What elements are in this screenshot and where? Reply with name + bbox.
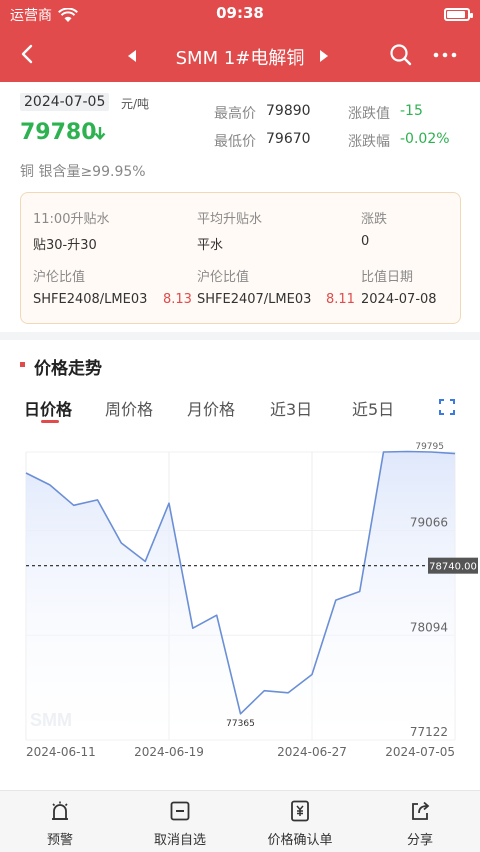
clock: 09:38: [216, 4, 264, 22]
reference-label: 78740.00: [429, 562, 477, 573]
unfollow-label: 取消自选: [153, 833, 206, 848]
nav-row: SMM 1#电解铜: [0, 36, 480, 76]
min-value-label: 77365: [226, 719, 255, 729]
status-bar: 运营商 09:38: [0, 0, 480, 28]
current-price: 79780: [20, 120, 97, 145]
premium-info-card: 11:00升贴水 贴30-升30 平均升贴水 平水 涨跌 0 沪伦比值 SHFE…: [20, 192, 461, 324]
unfollow-button[interactable]: 取消自选: [120, 791, 240, 852]
change-pct-value: -0.02%: [400, 131, 450, 147]
fullscreen-icon[interactable]: [438, 398, 456, 416]
premium-change-label: 涨跌: [361, 212, 388, 227]
change-pct-label: 涨跌幅: [348, 134, 390, 150]
price-confirm-button[interactable]: 价格确认单: [240, 791, 360, 852]
low-price-label: 最低价: [214, 134, 256, 150]
ratio1-contract: SHFE2408/LME03: [33, 292, 148, 307]
trend-section-title: 价格走势: [34, 359, 102, 379]
y-tick-label: 79066: [410, 516, 448, 530]
premium-change-value: 0: [361, 234, 370, 249]
x-tick-label: 2024-06-27: [277, 745, 347, 759]
high-price-label: 最高价: [214, 106, 256, 122]
share-label: 分享: [406, 833, 433, 848]
bottom-toolbar: 预警 取消自选 价格确认单 分享: [0, 790, 480, 852]
quote-date: 2024-07-05: [20, 93, 110, 111]
alert-button[interactable]: 预警: [0, 791, 120, 852]
more-icon[interactable]: [430, 42, 460, 68]
ratio-date-value: 2024-07-08: [361, 292, 437, 307]
product-spec: 铜 银含量≥99.95%: [20, 164, 146, 180]
alert-label: 预警: [46, 833, 73, 848]
tab-3days[interactable]: 近3日: [270, 396, 312, 420]
tab-daily[interactable]: 日价格: [24, 396, 72, 420]
avg-premium-label: 平均升贴水: [197, 212, 263, 227]
high-price-value: 79890: [266, 103, 311, 119]
ratio1-value: 8.13: [163, 292, 192, 307]
share-button[interactable]: 分享: [360, 791, 480, 852]
y-tick-label: 78094: [410, 620, 448, 634]
down-arrow-icon: [94, 127, 106, 140]
remove-favorite-icon: [170, 801, 190, 821]
yuan-document-icon: [291, 800, 309, 822]
next-product-arrow-icon[interactable]: [320, 50, 328, 62]
price-confirm-label: 价格确认单: [267, 833, 333, 848]
ratio2-label: 沪伦比值: [197, 270, 250, 285]
tab-5days[interactable]: 近5日: [352, 396, 394, 420]
change-label: 涨跌值: [348, 106, 390, 122]
ratio1-label: 沪伦比值: [33, 270, 86, 285]
alarm-icon: [52, 801, 68, 820]
section-marker: [20, 362, 25, 367]
x-tick-label: 2024-06-11: [26, 745, 96, 759]
section-divider: [0, 332, 480, 340]
avg-premium-value: 平水: [197, 238, 224, 253]
ratio2-contract: SHFE2407/LME03: [197, 292, 312, 307]
app-header: 运营商 09:38 SMM 1#电解铜: [0, 0, 480, 82]
tab-monthly[interactable]: 月价格: [187, 396, 235, 420]
price-trend-chart[interactable]: SMM78740.0079795790667809477122773652024…: [0, 430, 480, 770]
ratio2-value: 8.11: [326, 292, 355, 307]
tab-weekly[interactable]: 周价格: [105, 396, 153, 420]
low-price-value: 79670: [266, 131, 311, 147]
active-tab-indicator: [41, 420, 59, 423]
premium-label: 11:00升贴水: [33, 212, 110, 227]
price-unit: 元/吨: [121, 97, 150, 111]
ratio-date-label: 比值日期: [361, 270, 414, 285]
x-tick-label: 2024-07-05: [385, 745, 455, 759]
y-tick-label: 77122: [410, 725, 448, 739]
change-value: -15: [400, 103, 423, 119]
search-icon[interactable]: [388, 42, 414, 68]
premium-value: 贴30-升30: [33, 238, 97, 253]
y-tick-label: 79795: [415, 442, 444, 452]
share-icon: [412, 801, 430, 820]
battery-icon: [444, 8, 473, 21]
x-tick-label: 2024-06-19: [134, 745, 204, 759]
